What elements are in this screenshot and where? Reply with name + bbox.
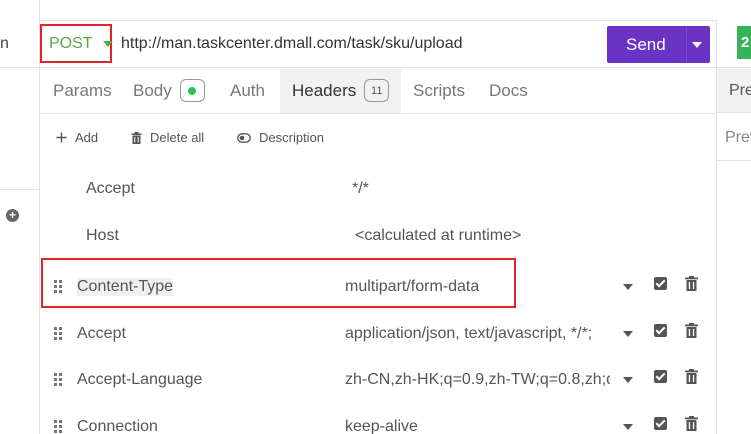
tab-label: Docs bbox=[489, 80, 528, 100]
chevron-down-icon bbox=[102, 40, 113, 47]
send-options-chevron-icon[interactable] bbox=[692, 42, 702, 48]
tab-label: Headers bbox=[292, 80, 357, 100]
enabled-checkbox[interactable] bbox=[654, 417, 667, 430]
request-tabs: Params Body Auth Headers 11 Scripts Docs bbox=[40, 68, 716, 114]
delete-all-button[interactable]: Delete all bbox=[131, 130, 204, 145]
drag-handle-icon[interactable] bbox=[54, 327, 62, 340]
status-badge: 2 bbox=[737, 26, 751, 59]
chevron-down-icon[interactable] bbox=[623, 377, 633, 383]
toggle-icon bbox=[237, 132, 251, 143]
header-value: */* bbox=[352, 180, 369, 197]
plus-icon bbox=[56, 132, 67, 143]
tab-label: Auth bbox=[230, 80, 265, 100]
add-label: Add bbox=[75, 130, 99, 145]
tab-params[interactable]: Params bbox=[53, 68, 112, 113]
tab-preview[interactable]: Pre bbox=[729, 82, 751, 100]
chevron-down-icon[interactable] bbox=[623, 424, 633, 430]
chevron-down-icon[interactable] bbox=[623, 284, 633, 290]
add-button[interactable]: Add bbox=[56, 130, 98, 145]
description-toggle[interactable]: Description bbox=[237, 130, 324, 145]
annotation-highlight-box bbox=[41, 258, 516, 308]
delete-all-label: Delete all bbox=[150, 130, 205, 145]
header-name-input[interactable]: Accept-Language bbox=[77, 371, 202, 389]
url-input[interactable]: http://man.taskcenter.dmall.com/task/sku… bbox=[121, 35, 463, 53]
headers-toolbar: Add Delete all Description bbox=[40, 114, 716, 160]
enabled-checkbox[interactable] bbox=[654, 277, 667, 290]
trash-icon[interactable] bbox=[685, 323, 698, 342]
header-value-input[interactable]: application/json, text/javascript, */*; bbox=[345, 325, 610, 343]
divider bbox=[0, 67, 39, 68]
header-name: Host bbox=[86, 227, 119, 244]
description-label: Description bbox=[259, 130, 325, 145]
headers-count-badge: 11 bbox=[364, 79, 390, 102]
header-value-input[interactable]: zh-CN,zh-HK;q=0.9,zh-TW;q=0.8,zh;q bbox=[345, 371, 610, 389]
header-row: Connection keep-alive bbox=[40, 404, 716, 434]
send-label: Send bbox=[626, 34, 666, 54]
send-button[interactable]: Send bbox=[607, 26, 710, 63]
method-label: POST bbox=[49, 34, 93, 52]
enabled-checkbox[interactable] bbox=[654, 324, 667, 337]
tab-label: Scripts bbox=[413, 80, 465, 100]
status-dot-icon bbox=[188, 86, 197, 95]
header-row: Accept application/json, text/javascript… bbox=[40, 311, 716, 358]
tab-auth[interactable]: Auth bbox=[230, 68, 265, 113]
response-panel: 2 Pre Prev bbox=[716, 20, 751, 434]
tab-scripts[interactable]: Scripts bbox=[413, 68, 465, 113]
header-name-input[interactable]: Accept bbox=[77, 325, 126, 343]
drag-handle-icon[interactable] bbox=[54, 373, 62, 386]
tab-docs[interactable]: Docs bbox=[489, 68, 528, 113]
body-status-badge bbox=[179, 79, 205, 102]
divider bbox=[686, 26, 687, 63]
chevron-down-icon[interactable] bbox=[623, 331, 633, 337]
header-name: Accept bbox=[86, 180, 135, 197]
drag-handle-icon[interactable] bbox=[54, 420, 62, 433]
trash-icon bbox=[131, 131, 142, 144]
sidebar-cut-label: n bbox=[0, 35, 9, 52]
header-row: Accept-Language zh-CN,zh-HK;q=0.9,zh-TW;… bbox=[40, 357, 716, 404]
enabled-checkbox[interactable] bbox=[654, 370, 667, 383]
method-select[interactable]: POST bbox=[40, 24, 113, 63]
left-sidebar: n + bbox=[0, 0, 40, 434]
add-circle-icon[interactable]: + bbox=[6, 209, 19, 222]
header-value-input[interactable]: keep-alive bbox=[345, 418, 610, 434]
tab-label: Params bbox=[53, 80, 112, 100]
tab-headers[interactable]: Headers 11 bbox=[280, 68, 401, 113]
divider bbox=[717, 160, 751, 161]
trash-icon[interactable] bbox=[685, 416, 698, 434]
header-value: <calculated at runtime> bbox=[355, 227, 522, 244]
header-name-input[interactable]: Connection bbox=[77, 418, 158, 434]
tab-label: Body bbox=[133, 80, 172, 100]
tab-body[interactable]: Body bbox=[133, 68, 205, 113]
preview-label: Prev bbox=[725, 129, 751, 146]
request-url-bar: POST http://man.taskcenter.dmall.com/tas… bbox=[40, 20, 716, 68]
header-row: Accept */* bbox=[40, 166, 716, 213]
divider bbox=[0, 189, 39, 190]
trash-icon[interactable] bbox=[685, 276, 698, 295]
trash-icon[interactable] bbox=[685, 369, 698, 388]
header-row: Host <calculated at runtime> bbox=[40, 213, 716, 260]
